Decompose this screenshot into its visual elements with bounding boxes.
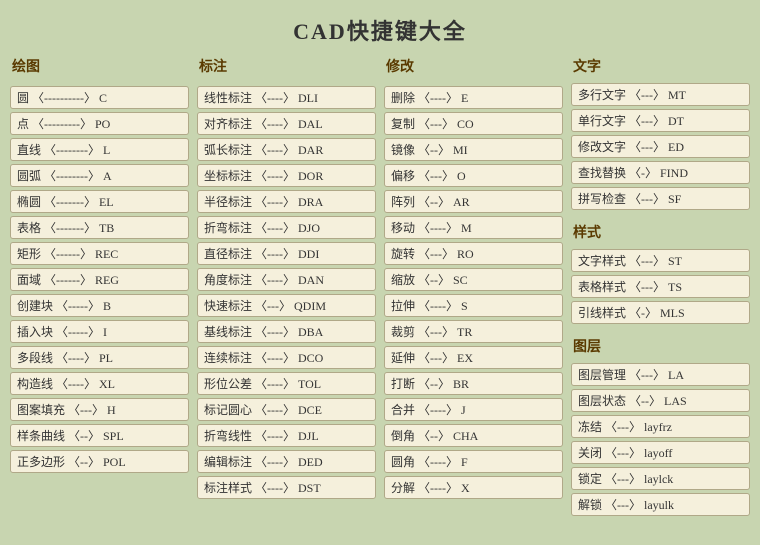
list-item: 编辑标注 〈----〉 DED [197,450,376,473]
list-item: 缩放 〈--〉 SC [384,268,563,291]
list-item: 角度标注 〈----〉 DAN [197,268,376,291]
modify-title: 修改 [384,56,563,76]
layer-section: 图层 图层管理 〈---〉 LA 图层状态 〈--〉 LAS 冻结 〈---〉 la… [571,336,750,516]
list-item: 线性标注 〈----〉 DLI [197,86,376,109]
list-item: 对齐标注 〈----〉 DAL [197,112,376,135]
list-item: 镜像 〈--〉 MI [384,138,563,161]
layer-title: 图层 [571,336,750,356]
list-item: 基线标注 〈----〉 DBA [197,320,376,343]
list-item: 弧长标注 〈----〉 DAR [197,138,376,161]
list-item: 图案填充 〈---〉 H [10,398,189,421]
modify-section: 修改 删除 〈----〉 E 复制 〈---〉 CO 镜像 〈--〉 MI 偏移 〈-… [384,56,563,516]
list-item: 查找替换 〈-〉 FIND [571,161,750,184]
modify-list: 删除 〈----〉 E 复制 〈---〉 CO 镜像 〈--〉 MI 偏移 〈---〉… [384,86,563,499]
list-item: 删除 〈----〉 E [384,86,563,109]
dimension-list: 线性标注 〈----〉 DLI 对齐标注 〈----〉 DAL 弧长标注 〈----… [197,86,376,499]
list-item: 单行文字 〈---〉 DT [571,109,750,132]
list-item: 冻结 〈---〉 layfrz [571,415,750,438]
list-item: 关闭 〈---〉 layoff [571,441,750,464]
style-title: 样式 [571,222,750,242]
dimension-section: 标注 线性标注 〈----〉 DLI 对齐标注 〈----〉 DAL 弧长标注 〈-… [197,56,376,516]
list-item: 折弯标注 〈----〉 DJO [197,216,376,239]
list-item: 锁定 〈---〉 laylck [571,467,750,490]
list-item: 点 〈---------〉 PO [10,112,189,135]
list-item: 直线 〈--------〉 L [10,138,189,161]
drawing-title: 绘图 [10,56,189,76]
text-list: 多行文字 〈---〉 MT 单行文字 〈---〉 DT 修改文字 〈---〉 ED 查… [571,83,750,210]
list-item: 多段线 〈----〉 PL [10,346,189,369]
list-item: 裁剪 〈---〉 TR [384,320,563,343]
list-item: 形位公差 〈----〉 TOL [197,372,376,395]
list-item: 多行文字 〈---〉 MT [571,83,750,106]
drawing-section: 绘图 圆 〈----------〉 C 点 〈---------〉 PO 直线 〈-… [10,56,189,516]
list-item: 图层状态 〈--〉 LAS [571,389,750,412]
list-item: 直径标注 〈----〉 DDI [197,242,376,265]
list-item: 解锁 〈---〉 layulk [571,493,750,516]
list-item: 矩形 〈------〉 REC [10,242,189,265]
list-item: 标记圆心 〈----〉 DCE [197,398,376,421]
list-item: 倒角 〈--〉 CHA [384,424,563,447]
list-item: 移动 〈----〉 M [384,216,563,239]
list-item: 构造线 〈----〉 XL [10,372,189,395]
list-item: 合并 〈----〉 J [384,398,563,421]
text-title: 文字 [571,56,750,76]
list-item: 分解 〈----〉 X [384,476,563,499]
list-item: 半径标注 〈----〉 DRA [197,190,376,213]
style-list: 文字样式 〈---〉 ST 表格样式 〈---〉 TS 引线样式 〈-〉 MLS [571,249,750,324]
drawing-list: 圆 〈----------〉 C 点 〈---------〉 PO 直线 〈----… [10,86,189,473]
list-item: 图层管理 〈---〉 LA [571,363,750,386]
list-item: 椭圆 〈-------〉 EL [10,190,189,213]
list-item: 阵列 〈--〉 AR [384,190,563,213]
dimension-title: 标注 [197,56,376,76]
list-item: 样条曲线 〈--〉 SPL [10,424,189,447]
list-item: 坐标标注 〈----〉 DOR [197,164,376,187]
page-title: CAD快捷键大全 [0,0,760,56]
list-item: 打断 〈--〉 BR [384,372,563,395]
list-item: 延伸 〈---〉 EX [384,346,563,369]
list-item: 表格样式 〈---〉 TS [571,275,750,298]
list-item: 旋转 〈---〉 RO [384,242,563,265]
list-item: 插入块 〈-----〉 I [10,320,189,343]
list-item: 面域 〈------〉 REG [10,268,189,291]
text-section: 文字 多行文字 〈---〉 MT 单行文字 〈---〉 DT 修改文字 〈---〉 … [571,56,750,210]
list-item: 连续标注 〈----〉 DCO [197,346,376,369]
list-item: 折弯线性 〈----〉 DJL [197,424,376,447]
list-item: 拼写检查 〈---〉 SF [571,187,750,210]
list-item: 修改文字 〈---〉 ED [571,135,750,158]
list-item: 引线样式 〈-〉 MLS [571,301,750,324]
list-item: 创建块 〈-----〉 B [10,294,189,317]
list-item: 快速标注 〈---〉 QDIM [197,294,376,317]
list-item: 文字样式 〈---〉 ST [571,249,750,272]
list-item: 拉伸 〈----〉 S [384,294,563,317]
list-item: 圆弧 〈--------〉 A [10,164,189,187]
style-section: 样式 文字样式 〈---〉 ST 表格样式 〈---〉 TS 引线样式 〈-〉 ML… [571,222,750,324]
list-item: 标注样式 〈----〉 DST [197,476,376,499]
right-column: 文字 多行文字 〈---〉 MT 单行文字 〈---〉 DT 修改文字 〈---〉 … [571,56,750,516]
list-item: 圆角 〈----〉 F [384,450,563,473]
list-item: 圆 〈----------〉 C [10,86,189,109]
list-item: 偏移 〈---〉 O [384,164,563,187]
list-item: 表格 〈-------〉 TB [10,216,189,239]
list-item: 正多边形 〈--〉 POL [10,450,189,473]
layer-list: 图层管理 〈---〉 LA 图层状态 〈--〉 LAS 冻结 〈---〉 layfr… [571,363,750,516]
list-item: 复制 〈---〉 CO [384,112,563,135]
